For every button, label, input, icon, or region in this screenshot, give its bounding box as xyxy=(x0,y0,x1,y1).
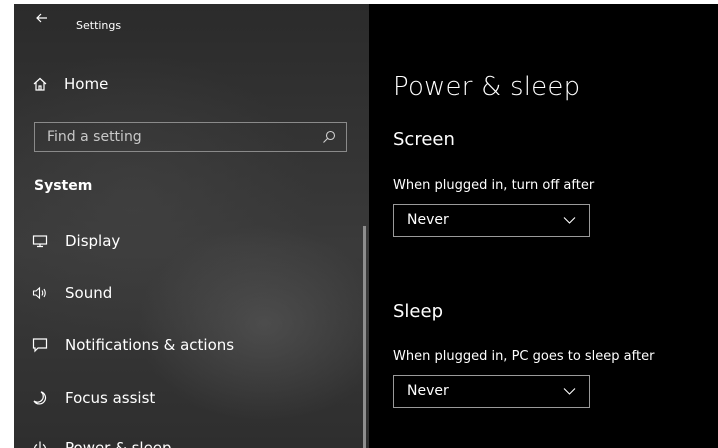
sidebar-item-focus-assist[interactable]: Focus assist xyxy=(32,386,155,410)
page-title: Power & sleep xyxy=(393,72,581,102)
search-placeholder: Find a setting xyxy=(47,129,142,145)
search-input[interactable]: Find a setting xyxy=(34,122,347,152)
app-title: Settings xyxy=(76,19,122,32)
sleep-timeout-value: Never xyxy=(407,383,449,399)
sidebar-item-label: Focus assist xyxy=(65,389,156,407)
home-icon xyxy=(33,77,47,91)
notifications-icon xyxy=(32,337,48,353)
search-icon[interactable] xyxy=(322,130,336,144)
back-button[interactable] xyxy=(34,10,50,26)
sidebar-item-power-sleep[interactable]: Power & sleep xyxy=(32,436,172,448)
back-arrow-icon xyxy=(36,13,47,23)
sidebar-scrollbar[interactable] xyxy=(363,226,366,448)
main-content: Power & sleep Screen When plugged in, tu… xyxy=(369,4,718,448)
sleep-heading: Sleep xyxy=(393,301,444,322)
sidebar-item-label: Display xyxy=(65,232,121,250)
screen-heading: Screen xyxy=(393,129,455,150)
screen-timeout-label: When plugged in, turn off after xyxy=(393,178,595,193)
moon-icon xyxy=(32,390,48,406)
chevron-down-icon xyxy=(563,388,576,395)
sidebar-item-label: Notifications & actions xyxy=(65,336,235,354)
home-label: Home xyxy=(64,75,109,93)
section-title-system: System xyxy=(34,178,93,194)
speaker-icon xyxy=(32,285,48,301)
sleep-timeout-dropdown[interactable]: Never xyxy=(393,375,590,408)
home-nav-item[interactable]: Home xyxy=(32,75,108,93)
monitor-icon xyxy=(32,233,48,249)
sidebar-item-label: Power & sleep xyxy=(65,439,172,448)
screen-timeout-value: Never xyxy=(407,212,449,228)
screen-timeout-dropdown[interactable]: Never xyxy=(393,204,590,237)
sleep-timeout-label: When plugged in, PC goes to sleep after xyxy=(393,349,655,364)
sidebar-item-label: Sound xyxy=(65,284,113,302)
sidebar: Settings Home Find a setting System Disp… xyxy=(14,4,369,448)
sidebar-item-display[interactable]: Display xyxy=(32,229,120,253)
chevron-down-icon xyxy=(563,217,576,224)
sidebar-item-sound[interactable]: Sound xyxy=(32,281,112,305)
sidebar-item-notifications[interactable]: Notifications & actions xyxy=(32,333,234,357)
power-icon xyxy=(32,440,48,448)
